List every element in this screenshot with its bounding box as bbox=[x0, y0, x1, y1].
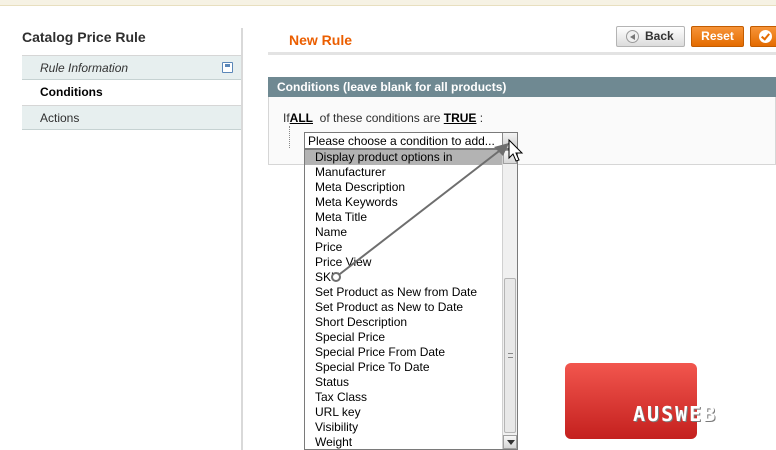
dropdown-option[interactable]: Special Price bbox=[305, 330, 517, 345]
aggregator-toggle[interactable]: ALL bbox=[290, 111, 313, 125]
scrollbar-thumb[interactable] bbox=[504, 278, 516, 433]
dropdown-option[interactable]: Display product options in bbox=[305, 150, 517, 165]
sidebar-tab-label: Actions bbox=[40, 111, 80, 125]
ausweb-logo bbox=[565, 363, 697, 439]
condition-tree-line bbox=[289, 126, 290, 148]
condition-select[interactable]: Please choose a condition to add... bbox=[304, 132, 518, 149]
condition-dropdown-list: Display product options in Manufacturer … bbox=[304, 149, 518, 450]
conditions-section-header: Conditions (leave blank for all products… bbox=[268, 77, 776, 97]
dropdown-scrollbar[interactable] bbox=[502, 150, 517, 449]
floppy-disk-icon bbox=[222, 62, 233, 73]
dropdown-option[interactable]: Price bbox=[305, 240, 517, 255]
reset-button-label: Reset bbox=[701, 29, 734, 43]
dropdown-option[interactable]: Manufacturer bbox=[305, 165, 517, 180]
dropdown-option[interactable]: SKU bbox=[305, 270, 517, 285]
value-toggle[interactable]: TRUE bbox=[444, 111, 477, 125]
dropdown-option[interactable]: Set Product as New to Date bbox=[305, 300, 517, 315]
dropdown-option[interactable]: Status bbox=[305, 375, 517, 390]
page-title: New Rule bbox=[289, 32, 353, 48]
save-button[interactable] bbox=[750, 26, 776, 47]
back-button[interactable]: Back bbox=[616, 26, 685, 47]
condition-prefix: If bbox=[283, 111, 290, 125]
sidebar-tab-conditions[interactable]: Conditions bbox=[22, 80, 241, 105]
checkmark-icon bbox=[759, 30, 772, 43]
back-arrow-icon bbox=[626, 30, 639, 43]
condition-select-value: Please choose a condition to add... bbox=[308, 134, 495, 148]
dropdown-option[interactable]: Meta Title bbox=[305, 210, 517, 225]
ausweb-logo-text: AUSWEB bbox=[633, 402, 718, 426]
condition-statement: IfALL of these conditions are TRUE : bbox=[283, 111, 483, 125]
dropdown-arrow-icon[interactable] bbox=[502, 133, 517, 148]
sidebar-tab-label: Conditions bbox=[40, 85, 103, 99]
condition-middle-text: of these conditions are bbox=[319, 111, 441, 125]
sidebar-tab-actions[interactable]: Actions bbox=[22, 105, 241, 130]
dropdown-option[interactable]: Tax Class bbox=[305, 390, 517, 405]
dropdown-option[interactable]: Special Price From Date bbox=[305, 345, 517, 360]
dropdown-option[interactable]: Price View bbox=[305, 255, 517, 270]
dropdown-option[interactable]: Weight bbox=[305, 435, 517, 449]
dropdown-option[interactable]: Special Price To Date bbox=[305, 360, 517, 375]
scroll-up-icon[interactable] bbox=[503, 150, 517, 164]
dropdown-option[interactable]: Meta Keywords bbox=[305, 195, 517, 210]
scroll-down-icon[interactable] bbox=[503, 435, 517, 449]
header-divider bbox=[268, 52, 776, 55]
top-strip bbox=[0, 0, 776, 6]
sidebar-tab-label: Rule Information bbox=[40, 61, 129, 75]
grip-icon bbox=[508, 353, 513, 358]
sidebar-tabs: Rule Information Conditions Actions bbox=[22, 55, 241, 130]
dropdown-option[interactable]: URL key bbox=[305, 405, 517, 420]
dropdown-option[interactable]: Set Product as New from Date bbox=[305, 285, 517, 300]
back-button-label: Back bbox=[645, 29, 674, 43]
dropdown-option[interactable]: Short Description bbox=[305, 315, 517, 330]
dropdown-option[interactable]: Visibility bbox=[305, 420, 517, 435]
sidebar-title: Catalog Price Rule bbox=[22, 29, 146, 45]
reset-button[interactable]: Reset bbox=[691, 26, 744, 47]
sidebar-divider bbox=[241, 28, 243, 450]
dropdown-option[interactable]: Meta Description bbox=[305, 180, 517, 195]
condition-suffix: : bbox=[479, 111, 484, 125]
dropdown-option[interactable]: Name bbox=[305, 225, 517, 240]
sidebar-tab-rule-information[interactable]: Rule Information bbox=[22, 55, 241, 80]
